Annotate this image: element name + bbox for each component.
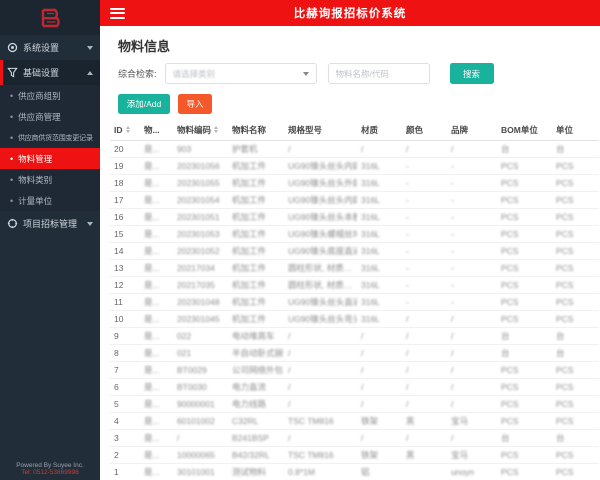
table-row[interactable]: 19 是... 202301056 机加工件 UG90锥头丝头内鑲… 316L …	[110, 157, 599, 175]
sidebar-item-measure-unit[interactable]: • 计量单位	[0, 190, 100, 211]
table-row[interactable]: 14 是... 202301052 机加工件 UG90锥头底座直通… 316L …	[110, 242, 599, 260]
sidebar-item-supply-scope-change-log[interactable]: • 供应商供货范围变更记录	[0, 127, 100, 148]
table-row[interactable]: 6 是... BT0030 电力直流 / / / / PCS PCS	[110, 378, 599, 396]
sidebar-item-system-settings[interactable]: 系统设置	[0, 35, 100, 60]
category-select[interactable]: 请选择类别	[164, 63, 317, 84]
col-header-id[interactable]: ID	[110, 120, 140, 141]
sidebar: 系统设置 基础设置 • 供应商组别 • 供应商管理 • 供应商供货范围变更记录 …	[0, 0, 100, 480]
search-button[interactable]: 搜索	[449, 63, 494, 84]
table-row[interactable]: 15 是... 202301053 机加工件 UG90锥头螺帽丝堵… 316L …	[110, 225, 599, 243]
table-row[interactable]: 1 是... 30101001 测试物料 0.8*1M 铝 unoyn PCS …	[110, 463, 599, 480]
table-row[interactable]: 10 是... 202301045 机加工件 UG90锥头丝头弯头… 316L …	[110, 310, 599, 328]
add-button[interactable]: 添加/Add	[118, 94, 170, 114]
page-title: 物料信息	[118, 39, 171, 54]
app-window: 系统设置 基础设置 • 供应商组别 • 供应商管理 • 供应商供货范围变更记录 …	[0, 0, 600, 480]
chevron-up-icon	[87, 70, 93, 75]
toolbar: 添加/Add 导入	[108, 94, 599, 114]
search-row: 综合检索: 请选择类别 搜索	[108, 63, 599, 84]
table-row[interactable]: 8 是... 021 半自动卧式捆包机 / / / / 台 台	[110, 344, 599, 362]
menu-toggle-icon[interactable]	[110, 7, 125, 19]
main-area: 比赫询报招标价系统 物料信息 综合检索: 请选择类别 搜索 添加/Add 导入	[100, 0, 600, 480]
table-header: ID 物... 物料编码 物料名称 规格型号 材质 颜色 品牌 BOM单位 单位	[110, 120, 599, 141]
chevron-down-icon	[87, 45, 93, 50]
table-row[interactable]: 5 是... 90000001 电力线路 / / / / PCS PCS	[110, 395, 599, 413]
sidebar-group-label: 系统设置	[23, 43, 60, 53]
phone-text: Tel: 0512-53869998	[21, 469, 79, 476]
filter-icon	[7, 67, 18, 78]
bullet-icon: •	[10, 195, 14, 206]
bullet-icon: •	[10, 132, 13, 143]
sidebar-footer: Powered By Suyee Inc. Tel: 0512-53869998	[0, 462, 100, 476]
gear-icon	[7, 42, 18, 53]
table-row[interactable]: 13 是... 20217034 机加工件 圆柱形状, 材质… 316L - -…	[110, 259, 599, 277]
table-row[interactable]: 3 是... / B241BSP / / / / 台 台	[110, 429, 599, 447]
import-button[interactable]: 导入	[178, 94, 212, 114]
bullet-icon: •	[10, 90, 14, 101]
bullet-icon: •	[10, 174, 14, 185]
project-icon	[7, 218, 18, 229]
col-header-bom-unit[interactable]: BOM单位	[497, 120, 552, 141]
col-header-unit[interactable]: 单位	[552, 120, 599, 141]
bullet-icon: •	[10, 111, 14, 122]
sidebar-item-material-management[interactable]: • 物料管理	[0, 148, 100, 169]
sidebar-item-supplier-group[interactable]: • 供应商组别	[0, 85, 100, 106]
col-header-spec[interactable]: 规格型号	[284, 120, 357, 141]
table-row[interactable]: 2 是... 10000065 B42/32RL TSC TM816 铁架 黑 …	[110, 446, 599, 464]
table-row[interactable]: 12 是... 20217035 机加工件 圆柱形状, 材质… 316L - -…	[110, 276, 599, 294]
search-label: 综合检索:	[118, 69, 157, 79]
table-row[interactable]: 18 是... 202301055 机加工件 UG90锥头丝头外鑲… 316L …	[110, 174, 599, 192]
sidebar-group-label: 基础设置	[23, 68, 60, 78]
sidebar-item-project-bidding[interactable]: 项目招标管理	[0, 211, 100, 236]
sort-icon[interactable]	[214, 126, 219, 134]
table-row[interactable]: 4 是... 60101002 C32RL TSC TM816 铁架 黑 宝马 …	[110, 412, 599, 430]
col-header-brand[interactable]: 品牌	[447, 120, 497, 141]
bullet-icon: •	[10, 153, 14, 164]
sidebar-group-label: 项目招标管理	[23, 219, 78, 229]
table-body: 20 是... 903 护套机 / / / / 台 台 19 是... 2023…	[110, 140, 599, 480]
app-title: 比赫询报招标价系统	[293, 8, 407, 20]
col-header-code[interactable]: 物料编码	[173, 120, 228, 141]
sidebar-item-supplier-management[interactable]: • 供应商管理	[0, 106, 100, 127]
table-row[interactable]: 16 是... 202301051 机加工件 UG90锥头丝头本體… 316L …	[110, 208, 599, 226]
powered-by-text: Powered By Suyee Inc.	[16, 462, 84, 469]
table-row[interactable]: 7 是... BT0029 公司网络外包 / / / / PCS PCS	[110, 361, 599, 379]
col-header-color[interactable]: 颜色	[402, 120, 447, 141]
sidebar-submenu: • 供应商组别 • 供应商管理 • 供应商供货范围变更记录 • 物料管理 • 物…	[0, 85, 100, 211]
brand-logo-icon	[41, 8, 60, 27]
col-header-material[interactable]: 材质	[357, 120, 402, 141]
sort-icon[interactable]	[125, 126, 130, 134]
select-placeholder: 请选择类别	[172, 68, 216, 79]
chevron-down-icon	[302, 71, 309, 76]
sidebar-item-material-category[interactable]: • 物料类别	[0, 169, 100, 190]
table-row[interactable]: 17 是... 202301054 机加工件 UG90锥头丝头内鑲… 316L …	[110, 191, 599, 209]
col-header-name[interactable]: 物料名称	[228, 120, 284, 141]
materials-table: ID 物... 物料编码 物料名称 规格型号 材质 颜色 品牌 BOM单位 单位…	[110, 120, 599, 480]
sidebar-nav: 系统设置 基础设置 • 供应商组别 • 供应商管理 • 供应商供货范围变更记录 …	[0, 35, 100, 236]
sidebar-item-basic-settings[interactable]: 基础设置	[0, 60, 100, 85]
brand-logo[interactable]	[0, 0, 100, 35]
table-row[interactable]: 11 是... 202301048 机加工件 UG90锥头丝头直通… 316L …	[110, 293, 599, 311]
table-row[interactable]: 20 是... 903 护套机 / / / / 台 台	[110, 140, 599, 158]
table-row[interactable]: 9 是... 022 电动堆高车 / / / / 台 台	[110, 327, 599, 345]
col-header-category[interactable]: 物...	[140, 120, 173, 141]
content-panel: 物料信息 综合检索: 请选择类别 搜索 添加/Add 导入	[100, 26, 600, 480]
top-bar: 比赫询报招标价系统	[100, 0, 600, 26]
search-input[interactable]	[327, 63, 430, 84]
chevron-down-icon	[87, 221, 93, 226]
